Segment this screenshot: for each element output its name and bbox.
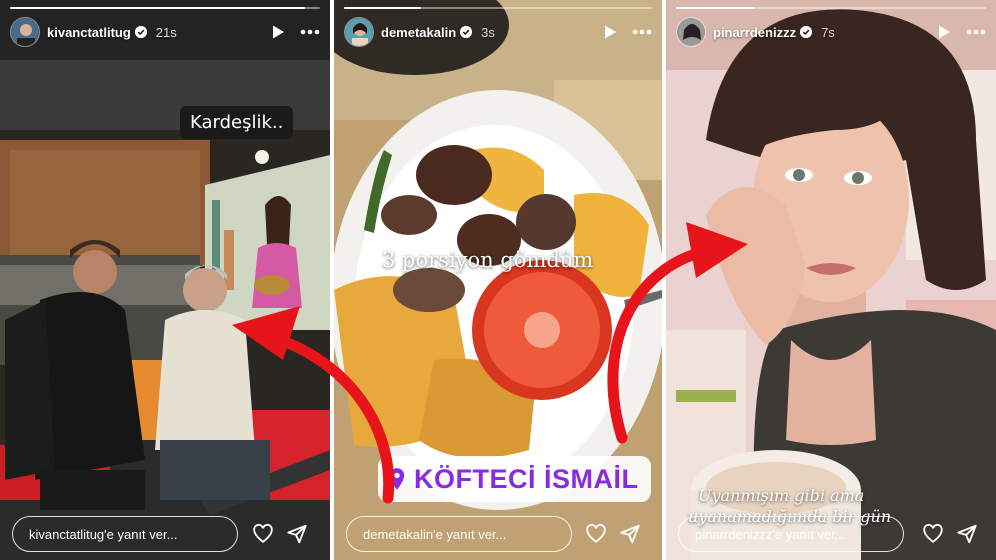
- story-progress-fill: [676, 7, 754, 9]
- story-header: kivanctatlitug 21s: [10, 16, 320, 48]
- story-header: demetakalin 3s: [344, 16, 652, 48]
- story-timestamp: 7s: [821, 24, 835, 40]
- story-username[interactable]: demetakalin: [381, 25, 456, 40]
- verified-badge-icon: [134, 26, 147, 38]
- avatar[interactable]: [10, 17, 40, 47]
- location-pin-icon: [389, 468, 405, 490]
- send-icon[interactable]: [956, 523, 978, 545]
- story-panel-kivanctatlitug[interactable]: kivanctatlitug 21s Kardeşlik.. kivanctat…: [0, 0, 330, 560]
- text-sticker: Kardeşlik..: [180, 106, 294, 139]
- heart-icon[interactable]: [585, 523, 607, 545]
- play-icon[interactable]: [602, 24, 618, 40]
- story-username[interactable]: pinarrdenizzz: [713, 25, 796, 40]
- story-progress-bar: [10, 7, 320, 9]
- story-progress-bar: [344, 7, 652, 9]
- avatar[interactable]: [676, 17, 706, 47]
- reply-input[interactable]: demetakalin'e yanıt ver...: [346, 516, 572, 552]
- send-icon[interactable]: [619, 523, 641, 545]
- verified-badge-icon: [800, 26, 813, 38]
- story-username[interactable]: kivanctatlitug: [47, 25, 131, 40]
- more-dots-icon[interactable]: [966, 29, 986, 35]
- heart-icon[interactable]: [922, 523, 944, 545]
- story-caption-line-1: Uyanmışım gibi ama: [698, 486, 865, 505]
- location-name: KÖFTECİ İSMAİL: [414, 463, 639, 494]
- story-timestamp: 3s: [481, 24, 495, 40]
- verified-badge-icon: [460, 26, 473, 38]
- play-icon[interactable]: [270, 24, 286, 40]
- story-photo-selfie: [666, 0, 996, 560]
- story-panel-pinarrdenizzz[interactable]: pinarrdenizzz 7s Uyanmışım gibi ama uyan…: [666, 0, 996, 560]
- heart-icon[interactable]: [252, 523, 274, 545]
- reply-input[interactable]: pinarrdenizzz'e yanıt ver...: [678, 516, 904, 552]
- story-progress-bar: [676, 7, 986, 9]
- story-progress-fill: [344, 7, 421, 9]
- story-overlay-text: 3 porsiyon gömdüm: [382, 248, 594, 272]
- more-dots-icon[interactable]: [632, 29, 652, 35]
- avatar[interactable]: [344, 17, 374, 47]
- story-photo-restaurant: [0, 0, 330, 560]
- play-icon[interactable]: [936, 24, 952, 40]
- story-header: pinarrdenizzz 7s: [676, 16, 986, 48]
- location-sticker[interactable]: KÖFTECİ İSMAİL: [378, 456, 651, 502]
- more-dots-icon[interactable]: [300, 29, 320, 35]
- reply-input[interactable]: kivanctatlitug'e yanıt ver...: [12, 516, 238, 552]
- send-icon[interactable]: [286, 523, 308, 545]
- story-timestamp: 21s: [155, 24, 177, 40]
- story-progress-fill: [10, 7, 305, 9]
- story-panel-demetakalin[interactable]: demetakalin 3s 3 porsiyon gömdüm KÖFTECİ…: [334, 0, 662, 560]
